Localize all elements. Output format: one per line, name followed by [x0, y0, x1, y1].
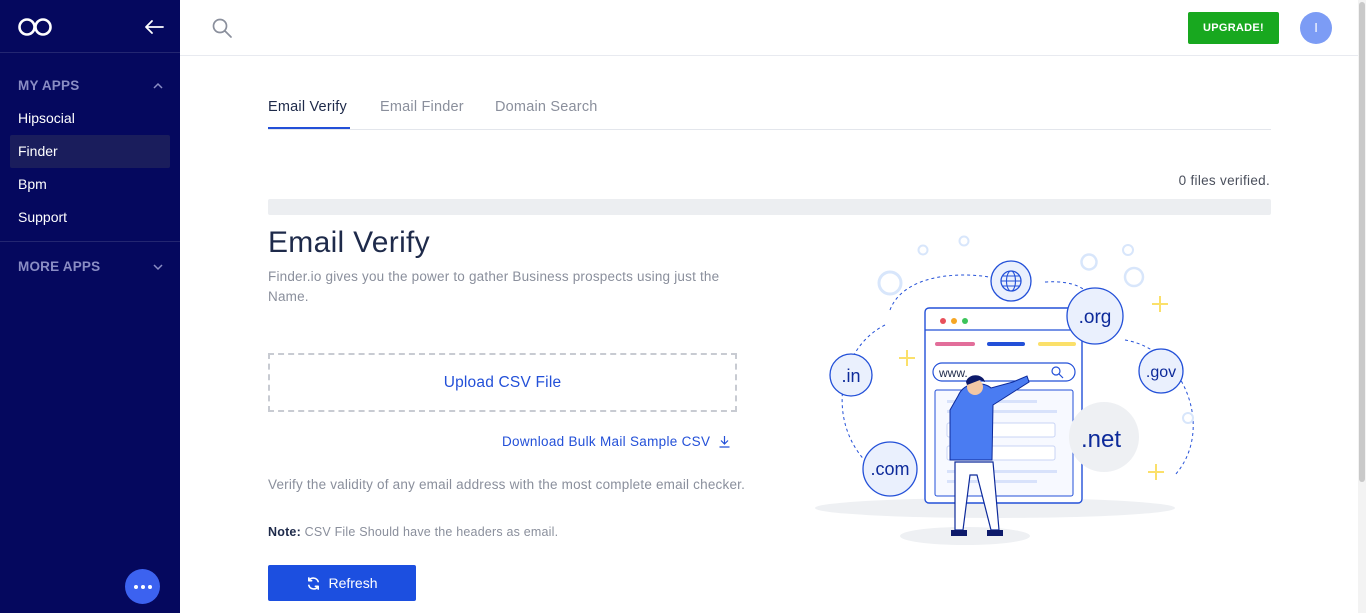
note-label: Note:: [268, 525, 301, 539]
sidebar-item-finder[interactable]: Finder: [10, 135, 170, 168]
tab-email-finder[interactable]: Email Finder: [380, 99, 464, 115]
domain-badge-gov: .gov: [1146, 364, 1176, 381]
sidebar-divider: [0, 241, 180, 242]
arrow-left-icon[interactable]: [143, 16, 165, 38]
domain-illustration: www. .org .in .gov .net .com: [815, 235, 1194, 545]
more-dots-icon[interactable]: [125, 569, 160, 604]
address-bar-text: www.: [938, 366, 968, 380]
topbar: UPGRADE! I: [180, 0, 1358, 56]
sidebar-item-bpm[interactable]: Bpm: [0, 168, 170, 201]
refresh-label: Refresh: [328, 575, 378, 591]
infinity-logo-icon[interactable]: [17, 16, 53, 38]
description-text: Verify the validity of any email address…: [268, 477, 746, 492]
note-text: Note: CSV File Should have the headers a…: [268, 525, 558, 539]
note-body: CSV File Should have the headers as emai…: [300, 525, 559, 539]
tab-domain-search[interactable]: Domain Search: [495, 99, 598, 115]
refresh-icon: [308, 576, 320, 590]
domain-badge-in: .in: [841, 366, 860, 386]
page-title: Email Verify: [268, 226, 430, 259]
scrollbar-thumb[interactable]: [1359, 2, 1365, 482]
sidebar-item-label: Hipsocial: [18, 110, 75, 126]
tab-email-verify[interactable]: Email Verify: [268, 99, 347, 115]
files-verified-status: 0 files verified.: [1178, 173, 1270, 188]
domain-badge-com: .com: [870, 459, 909, 479]
upload-csv-label: Upload CSV File: [443, 373, 562, 391]
sidebar-item-hipsocial[interactable]: Hipsocial: [0, 102, 170, 135]
upload-csv-dropzone[interactable]: Upload CSV File: [268, 353, 737, 412]
active-tab-indicator: [268, 127, 350, 129]
refresh-button[interactable]: Refresh: [268, 565, 416, 601]
sidebar-item-label: Support: [18, 209, 68, 225]
tab-bar: Email Verify Email Finder Domain Search: [268, 88, 1271, 130]
domain-badge-org: .org: [1079, 307, 1112, 328]
scrollbar[interactable]: [1358, 0, 1366, 613]
upgrade-button[interactable]: UPGRADE!: [1188, 12, 1279, 44]
download-sample-csv-link[interactable]: Download Bulk Mail Sample CSV: [502, 434, 731, 449]
my-apps-label: MY APPS: [18, 78, 80, 93]
download-icon: [719, 436, 730, 448]
sidebar-item-support[interactable]: Support: [0, 201, 170, 234]
chevron-up-icon: [153, 82, 163, 89]
more-apps-section-toggle[interactable]: MORE APPS: [0, 250, 180, 283]
sidebar-header: [0, 0, 180, 53]
verification-progress-bar: [268, 199, 1271, 215]
search-icon[interactable]: [211, 17, 233, 39]
my-apps-section-toggle[interactable]: MY APPS: [0, 69, 180, 102]
sidebar-item-label: Bpm: [18, 176, 47, 192]
download-sample-label: Download Bulk Mail Sample CSV: [502, 434, 711, 449]
more-apps-label: MORE APPS: [18, 259, 101, 274]
domain-badge-net: .net: [1081, 426, 1121, 453]
page-subtitle: Finder.io gives you the power to gather …: [268, 269, 720, 304]
avatar[interactable]: I: [1300, 12, 1332, 44]
sidebar: MY APPS Hipsocial Finder Bpm Support MOR…: [0, 0, 180, 613]
sidebar-item-label: Finder: [18, 143, 58, 159]
chevron-down-icon: [153, 264, 163, 271]
